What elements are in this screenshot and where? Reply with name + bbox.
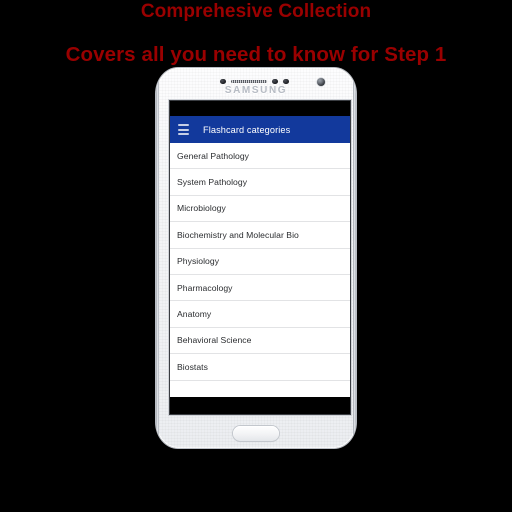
list-item-label: Behavioral Science [177,335,252,346]
promo-headline-primary: Comprehesive Collection [140,1,372,22]
list-item-label: Biochemistry and Molecular Bio [177,229,299,240]
light-sensor-icon [283,78,289,84]
list-item[interactable]: Physiology [170,248,350,275]
list-item[interactable]: Microbiology [170,195,350,223]
list-item-label: System Pathology [177,177,248,188]
list-item[interactable]: Pharmacology [170,274,350,302]
promo-headline-secondary: Covers all you need to know for Step 1 [65,43,447,66]
list-item-label: Physiology [177,256,220,267]
list-item[interactable]: Biochemistry and Molecular Bio [170,222,350,249]
android-navigation-bar [170,397,350,414]
list-item-label: General Pathology [177,150,250,161]
samsung-brand-logo: SAMSUNG [224,85,288,96]
device-side-rail-right [353,78,356,438]
earpiece-speaker-icon [231,79,267,83]
phone-mockup: SAMSUNG Flashcard categories General Pat… [156,68,356,448]
list-item[interactable]: Biostats [170,354,350,381]
list-item-label: Biostats [177,361,208,372]
app-bar: Flashcard categories [170,116,350,143]
list-item[interactable]: Anatomy [170,301,350,328]
phone-screen: Flashcard categories General Pathology S… [170,101,350,414]
hamburger-bar-1 [178,124,189,126]
list-item[interactable]: General Pathology [170,143,350,170]
android-status-bar [170,101,350,116]
flashcard-category-list: General Pathology System Pathology Micro… [170,143,350,397]
list-item-label: Pharmacology [177,282,233,293]
hamburger-bar-3 [178,133,189,135]
list-item-label: Microbiology [177,203,226,214]
app-bar-title: Flashcard categories [203,124,291,135]
list-item[interactable]: Behavioral Science [170,327,350,355]
list-item[interactable]: System Pathology [170,169,350,196]
hamburger-bar-2 [178,128,189,131]
device-side-rail-left [156,78,159,438]
list-item-label: Anatomy [177,309,212,320]
home-button[interactable] [233,426,279,441]
hamburger-icon[interactable] [178,124,189,135]
led-indicator-icon [272,78,278,84]
proximity-sensor-icon [220,78,226,84]
